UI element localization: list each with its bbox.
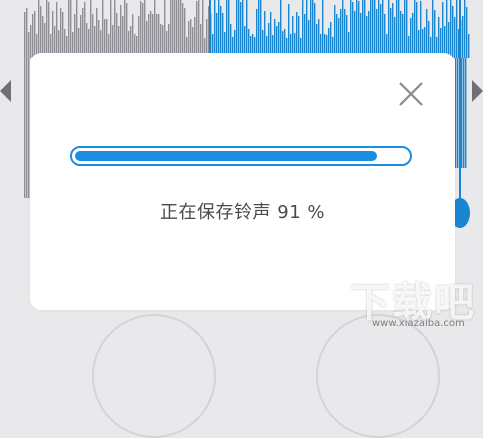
progress-bar: [70, 146, 412, 166]
chevron-right-icon[interactable]: [472, 80, 483, 102]
chevron-left-icon[interactable]: [0, 80, 11, 102]
control-circle-right[interactable]: [316, 314, 440, 438]
status-label: 正在保存铃声: [160, 202, 272, 223]
control-circle-left[interactable]: [92, 314, 216, 438]
progress-percent-label: 91 %: [277, 202, 325, 223]
progress-fill: [75, 151, 377, 161]
status-text: 正在保存铃声 91 %: [30, 198, 455, 224]
close-icon: [399, 82, 423, 106]
close-button[interactable]: [396, 79, 426, 109]
watermark-url: www.xiazaiba.com: [372, 318, 465, 329]
